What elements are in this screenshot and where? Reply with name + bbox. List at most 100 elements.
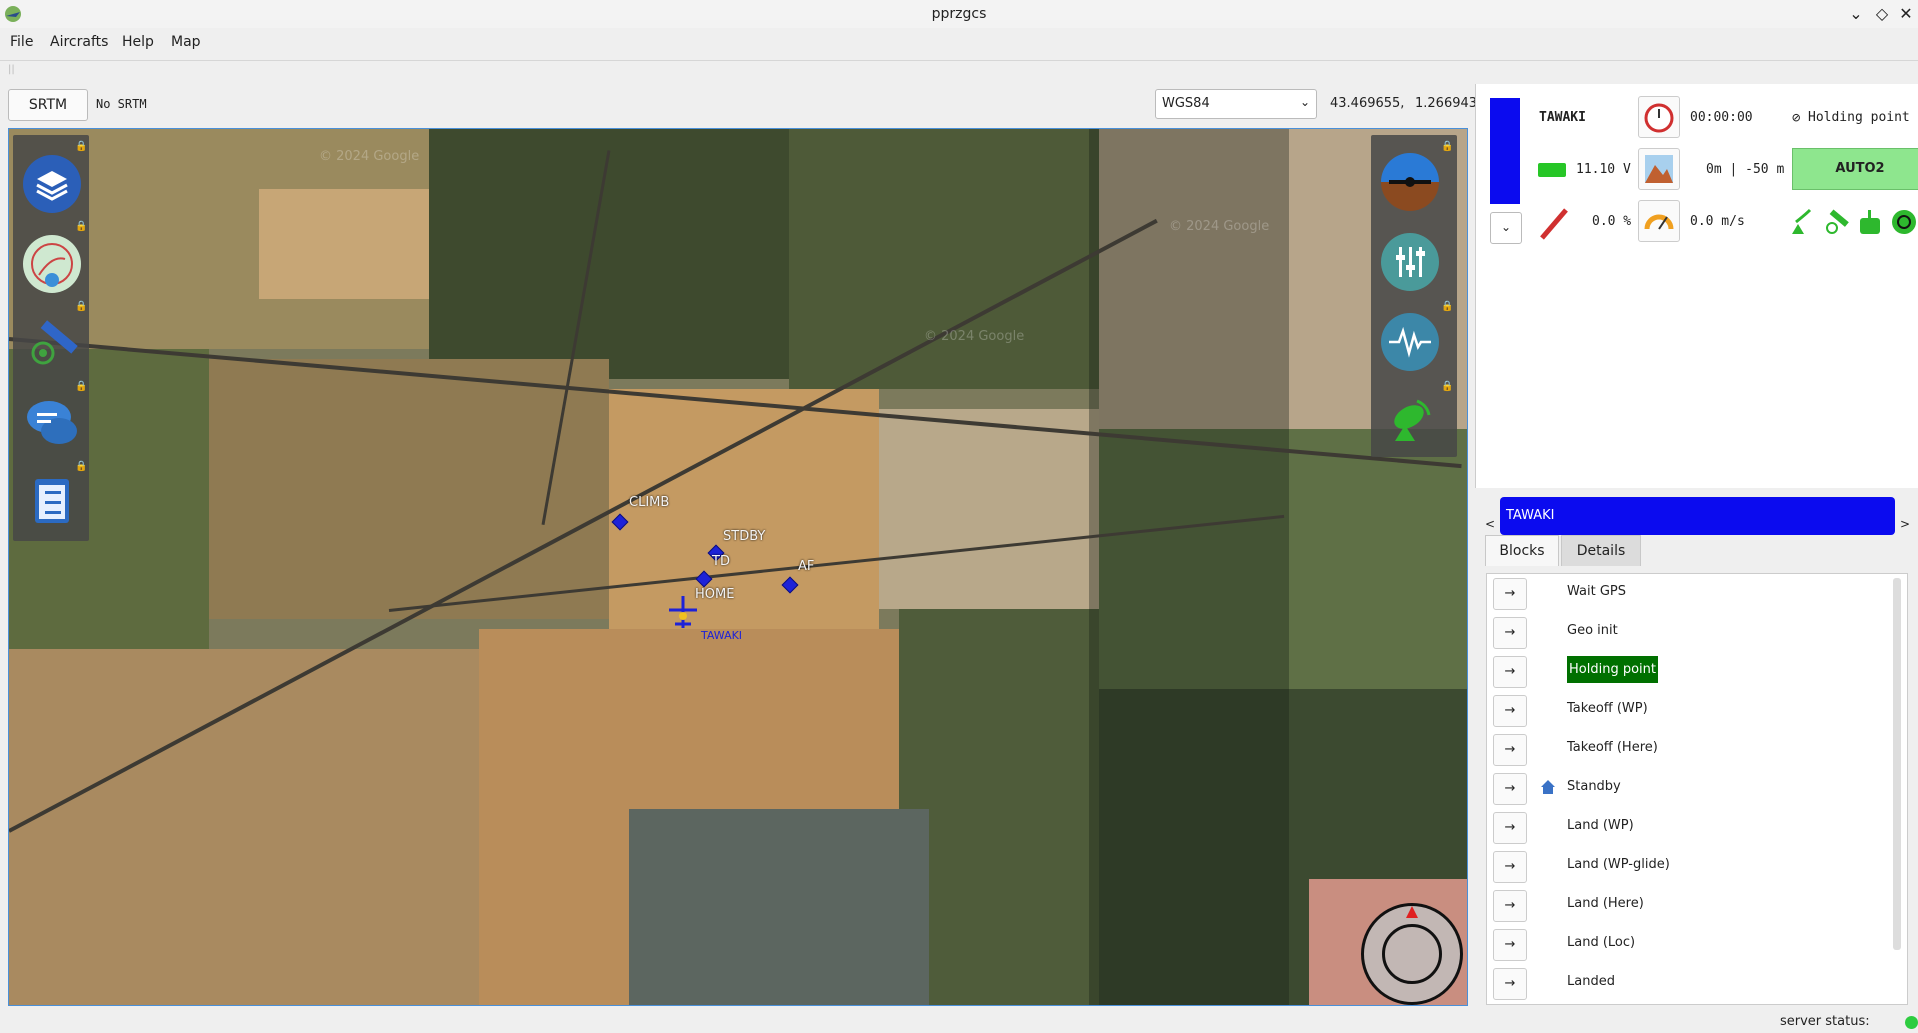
signal-icon[interactable]	[1381, 313, 1439, 371]
lock-icon[interactable]: 🔒	[75, 301, 87, 312]
imu-icon[interactable]	[1890, 208, 1918, 236]
compass-icon[interactable]	[1361, 903, 1463, 1005]
timer-icon[interactable]	[1638, 96, 1680, 138]
lock-icon[interactable]: 🔒	[75, 141, 87, 152]
go-to-block-button[interactable]: →	[1493, 890, 1527, 922]
map-field	[879, 409, 1099, 609]
gps-satellite-icon[interactable]	[1822, 208, 1850, 236]
chat-icon[interactable]	[23, 393, 81, 451]
speed-gauge-icon[interactable]	[1638, 200, 1680, 242]
aircraft-color-bar[interactable]	[1490, 98, 1520, 204]
block-name[interactable]: Land (Loc)	[1567, 935, 1635, 950]
go-to-block-button[interactable]: →	[1493, 617, 1527, 649]
go-to-block-button[interactable]: →	[1493, 578, 1527, 610]
prev-aircraft-button[interactable]: <	[1485, 517, 1495, 531]
maximize-button[interactable]: ◇	[1872, 4, 1892, 24]
block-row: → Land (WP-glide)	[1487, 847, 1887, 886]
go-to-block-button[interactable]: →	[1493, 734, 1527, 766]
menu-help[interactable]: Help	[122, 34, 154, 50]
map-view[interactable]: © 2024 Google © 2024 Google © 2024 Googl…	[8, 128, 1468, 1006]
waypoint-label: CLIMB	[629, 495, 670, 510]
map-watermark: © 2024 Google	[1169, 219, 1270, 234]
link-antenna-icon[interactable]	[1788, 208, 1814, 236]
block-name[interactable]: Land (WP-glide)	[1567, 857, 1670, 872]
map-shadow-band	[1089, 129, 1289, 1005]
lock-icon[interactable]: 🔒	[75, 381, 87, 392]
attitude-icon[interactable]	[1381, 153, 1439, 211]
next-aircraft-button[interactable]: >	[1900, 517, 1910, 531]
block-name[interactable]: Landed	[1567, 974, 1615, 989]
home-icon	[1539, 778, 1557, 796]
go-to-block-button[interactable]: →	[1493, 773, 1527, 805]
current-block: Holding point	[1808, 110, 1910, 125]
go-to-block-button[interactable]: →	[1493, 656, 1527, 688]
tab-details[interactable]: Details	[1561, 535, 1641, 566]
block-name[interactable]: Geo init	[1567, 623, 1618, 638]
menu-map[interactable]: Map	[171, 34, 201, 50]
left-tools-panel: 🔒 🔒 🔒 🔒 🔒	[13, 135, 89, 541]
aircraft-strip: ⌄ TAWAKI 00:00:00 ⊘ Holding point 11.10 …	[1475, 84, 1918, 488]
waypoint-label: AF	[798, 559, 815, 574]
map-watermark: © 2024 Google	[319, 149, 420, 164]
coord-system-value: WGS84	[1162, 96, 1210, 111]
flight-time: 00:00:00	[1690, 110, 1753, 125]
minimize-button[interactable]: ⌄	[1846, 4, 1866, 24]
block-row: → Land (Here)	[1487, 886, 1887, 925]
waypoint-label: TD	[712, 554, 730, 569]
throttle-icon	[1534, 204, 1574, 244]
flightplan-icon[interactable]	[23, 235, 81, 293]
aircraft-label: TAWAKI	[701, 629, 743, 642]
aircraft-icon[interactable]	[665, 594, 701, 630]
srtm-status: No SRTM	[96, 97, 147, 111]
block-name[interactable]: Land (WP)	[1567, 818, 1634, 833]
server-status-indicator	[1905, 1016, 1918, 1029]
block-row: → Takeoff (WP)	[1487, 691, 1887, 730]
menu-file[interactable]: File	[10, 34, 33, 50]
tab-blocks[interactable]: Blocks	[1485, 535, 1559, 566]
block-name[interactable]: Takeoff (WP)	[1567, 701, 1648, 716]
lock-icon[interactable]: 🔒	[1441, 301, 1453, 312]
block-name[interactable]: Takeoff (Here)	[1567, 740, 1658, 755]
block-name[interactable]: Land (Here)	[1567, 896, 1644, 911]
block-name[interactable]: Wait GPS	[1567, 584, 1626, 599]
altitude-icon[interactable]	[1638, 148, 1680, 190]
blocks-scrollbar[interactable]	[1893, 578, 1901, 950]
title-bar: pprzgcs ⌄ ◇ ✕	[0, 0, 1918, 28]
block-name[interactable]: Standby	[1567, 779, 1621, 794]
throttle-readout: 0.0 %	[1592, 214, 1632, 229]
menu-divider	[0, 60, 1918, 61]
go-to-block-button[interactable]: →	[1493, 812, 1527, 844]
go-to-block-button[interactable]: →	[1493, 929, 1527, 961]
ground-antenna-icon[interactable]	[1381, 391, 1439, 449]
menu-aircrafts[interactable]: Aircrafts	[50, 34, 108, 50]
coord-system-select[interactable]: WGS84 ⌄	[1155, 89, 1317, 119]
block-name[interactable]: Holding point	[1567, 656, 1658, 683]
map-field	[789, 129, 1099, 389]
toolbar-grip[interactable]: ||	[8, 64, 15, 75]
go-to-block-button[interactable]: →	[1493, 695, 1527, 727]
lock-icon[interactable]: 🔒	[1441, 141, 1453, 152]
lock-icon[interactable]: 🔒	[75, 221, 87, 232]
expand-strip-button[interactable]: ⌄	[1490, 212, 1522, 244]
close-button[interactable]: ✕	[1896, 4, 1916, 24]
go-to-block-button[interactable]: →	[1493, 968, 1527, 1000]
block-row: → Land (WP)	[1487, 808, 1887, 847]
settings-sliders-icon[interactable]	[1381, 233, 1439, 291]
longitude-readout: 1.266943	[1415, 96, 1478, 111]
mode-button[interactable]: AUTO2	[1792, 148, 1918, 190]
block-row: → Wait GPS	[1487, 574, 1887, 613]
lock-icon[interactable]: 🔒	[1441, 381, 1453, 392]
go-to-block-button[interactable]: →	[1493, 851, 1527, 883]
layers-icon[interactable]	[23, 155, 81, 213]
altitude-readout: 0m | -50 m	[1706, 162, 1785, 177]
satellite-icon[interactable]	[23, 315, 81, 373]
map-field	[629, 809, 929, 1005]
checklist-icon[interactable]	[23, 471, 81, 529]
srtm-button[interactable]: SRTM	[8, 89, 88, 121]
aircraft-name: TAWAKI	[1539, 110, 1586, 125]
server-status-label: server status:	[1780, 1014, 1870, 1029]
aircraft-selector[interactable]: TAWAKI	[1500, 497, 1895, 535]
rc-remote-icon[interactable]	[1856, 208, 1884, 236]
lock-icon[interactable]: 🔒	[75, 461, 87, 472]
block-indicator-icon: ⊘	[1792, 110, 1801, 126]
